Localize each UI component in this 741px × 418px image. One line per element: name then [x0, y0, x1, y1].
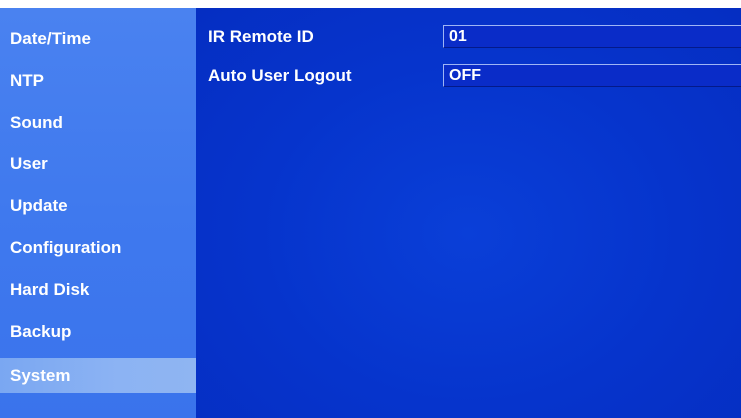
sidebar-item-label: User — [10, 153, 48, 173]
settings-screen: Date/Time NTP Sound User Update Configur… — [0, 0, 741, 418]
settings-sidebar: Date/Time NTP Sound User Update Configur… — [0, 8, 196, 418]
sidebar-item-label: Hard Disk — [10, 279, 90, 299]
sidebar-item-label: Sound — [10, 112, 63, 132]
sidebar-item-configuration[interactable]: Configuration — [0, 230, 196, 265]
sidebar-item-label: Update — [10, 195, 68, 215]
ir-remote-id-field[interactable]: 01 — [443, 25, 741, 48]
auto-user-logout-field[interactable]: OFF — [443, 64, 741, 87]
sidebar-item-label: Configuration — [10, 237, 122, 257]
sidebar-item-label: Backup — [10, 321, 72, 341]
sidebar-item-date-time[interactable]: Date/Time — [0, 21, 196, 56]
sidebar-item-system[interactable]: System — [0, 358, 196, 393]
ir-remote-id-label: IR Remote ID — [208, 27, 314, 46]
sidebar-item-label: System — [10, 365, 71, 385]
sidebar-item-backup[interactable]: Backup — [0, 314, 196, 349]
sidebar-item-update[interactable]: Update — [0, 188, 196, 223]
sidebar-item-label: NTP — [10, 70, 44, 90]
sidebar-item-sound[interactable]: Sound — [0, 105, 196, 140]
sidebar-item-user[interactable]: User — [0, 146, 196, 181]
sidebar-item-hard-disk[interactable]: Hard Disk — [0, 272, 196, 307]
sidebar-item-ntp[interactable]: NTP — [0, 63, 196, 98]
settings-panel: IR Remote ID 01 Auto User Logout OFF — [196, 8, 741, 418]
sidebar-item-label: Date/Time — [10, 28, 91, 48]
auto-user-logout-label: Auto User Logout — [208, 66, 352, 85]
